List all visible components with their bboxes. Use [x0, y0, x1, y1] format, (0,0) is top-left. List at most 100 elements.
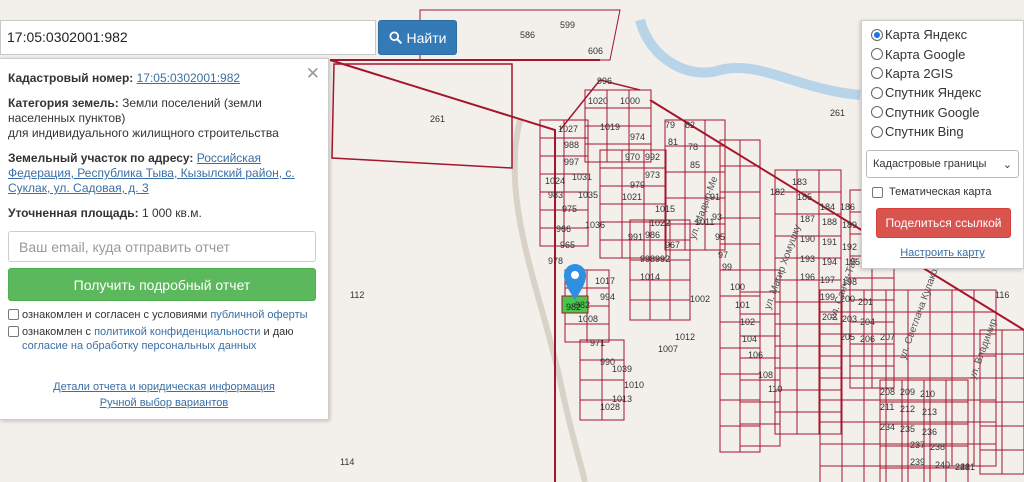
parcel-number-label: 996 — [597, 76, 612, 86]
privacy-policy-link[interactable]: политикой конфиденциальности — [94, 326, 260, 338]
basemap-option-yandex-satellite[interactable]: Спутник Яндекс — [862, 83, 1023, 102]
parcel-number-label: 209 — [900, 387, 915, 397]
parcel-number-label: 1036 — [585, 220, 605, 230]
radio-button[interactable] — [871, 106, 883, 119]
parcel-number-label: 971 — [590, 338, 605, 348]
parcel-number-label: 261 — [830, 108, 845, 118]
get-report-button[interactable]: Получить подробный отчет — [8, 268, 316, 301]
data-processing-consent-link[interactable]: согласие на обработку персональных данны… — [22, 340, 256, 352]
basemap-option-label: Спутник Bing — [885, 124, 964, 140]
parcel-number-label: 965 — [560, 240, 575, 250]
parcel-number-label: 204 — [860, 317, 875, 327]
parcel-number-label: 237 — [910, 440, 925, 450]
parcel-number-label: 82 — [685, 120, 695, 130]
basemap-option-label: Спутник Google — [885, 104, 980, 120]
privacy-text-1: ознакомлен с — [22, 326, 92, 338]
radio-button[interactable] — [871, 67, 883, 80]
parcel-number-label: 104 — [742, 334, 757, 344]
parcel-number-label: 194 — [822, 257, 837, 267]
parcel-number-label: 975 — [562, 204, 577, 214]
parcel-number-label: 85 — [690, 160, 700, 170]
overlay-select[interactable]: Кадастровые границы ⌄ — [866, 150, 1019, 179]
parcel-number-label: 201 — [858, 297, 873, 307]
parcel-number-label: 234 — [880, 422, 895, 432]
basemap-option-google-map[interactable]: Карта Google — [862, 44, 1023, 63]
parcel-number-label: 211 — [880, 402, 894, 412]
cadastral-number-link[interactable]: 17:05:0302001:982 — [137, 71, 240, 85]
parcel-number-label: 978 — [548, 256, 563, 266]
parcel-number-label: 1012 — [675, 332, 695, 342]
parcel-number-label: 182 — [770, 187, 785, 197]
parcel-number-label: 970 — [625, 152, 640, 162]
search-button-label: Найти — [406, 29, 447, 46]
radio-button[interactable] — [871, 86, 883, 99]
parcel-number-label: 97 — [718, 250, 728, 260]
overlay-select-value: Кадастровые границы — [873, 158, 987, 171]
configure-map-link[interactable]: Настроить карту — [862, 247, 1023, 259]
parcel-number-label: 967 — [665, 240, 680, 250]
radio-button[interactable] — [871, 48, 883, 61]
parcel-number-label: 238 — [930, 442, 945, 452]
parcel-number-label: 186 — [840, 202, 855, 212]
parcel-number-label: 986 — [645, 230, 660, 240]
report-details-link[interactable]: Детали отчета и юридическая информация — [0, 379, 328, 395]
parcel-number-label: 188 — [822, 217, 837, 227]
parcel-number-label: 983 — [548, 190, 563, 200]
parcel-number-label: 205 — [840, 332, 855, 342]
parcel-info-panel: ✕ Кадастровый номер: 17:05:0302001:982 К… — [0, 58, 329, 420]
parcel-number-label: 973 — [645, 170, 660, 180]
parcel-number-label: 1007 — [658, 344, 678, 354]
parcel-number-label: 110 — [768, 384, 782, 394]
basemap-option-label: Карта Яндекс — [885, 27, 968, 43]
parcel-number-label: 966 — [556, 224, 571, 234]
map-layers-panel: Карта Яндекс Карта Google Карта 2GIS Спу… — [861, 20, 1024, 269]
thematic-map-checkbox[interactable] — [872, 187, 883, 199]
share-link-button[interactable]: Поделиться ссылкой — [876, 208, 1011, 239]
search-icon — [389, 31, 402, 44]
area-label: Уточненная площадь: — [8, 206, 139, 220]
parcel-number-label: 185 — [797, 192, 812, 202]
privacy-checkbox[interactable] — [8, 326, 19, 337]
parcel-number-label: 102 — [740, 317, 755, 327]
basemap-option-yandex-map[interactable]: Карта Яндекс — [862, 25, 1023, 44]
privacy-text-2: и даю — [263, 326, 294, 338]
address-label: Земельный участок по адресу: — [8, 151, 194, 165]
cadastral-number-label: Кадастровый номер: — [8, 71, 134, 85]
parcel-number-label: 1008 — [578, 314, 598, 324]
parcel-number-label: 1021 — [622, 192, 642, 202]
parcel-number-label: 1027 — [558, 124, 578, 134]
email-field[interactable]: Ваш email, куда отправить отчет — [8, 231, 316, 262]
parcel-number-label: 193 — [800, 254, 815, 264]
parcel-number-label: 1020 — [588, 96, 608, 106]
basemap-option-label: Карта Google — [885, 46, 966, 62]
chevron-down-icon: ⌄ — [1002, 158, 1012, 171]
close-icon[interactable]: ✕ — [306, 65, 320, 82]
parcel-number-label: 207 — [880, 332, 895, 342]
parcel-number-label: 997 — [564, 157, 579, 167]
parcel-number-label: 261 — [430, 114, 445, 124]
parcel-number-label: 196 — [800, 272, 815, 282]
parcel-number-label: 100 — [730, 282, 745, 292]
parcel-number-label: 78 — [688, 142, 698, 152]
manual-selection-link[interactable]: Ручной выбор вариантов — [0, 395, 328, 411]
parcel-number-label: 112 — [350, 290, 364, 300]
parcel-number-label: 990 — [600, 357, 615, 367]
thematic-map-label: Тематическая карта — [889, 186, 992, 199]
radio-button[interactable] — [871, 28, 883, 41]
offer-agreement-checkbox-row: ознакомлен и согласен с условиями публич… — [8, 308, 320, 322]
basemap-option-2gis-map[interactable]: Карта 2GIS — [862, 64, 1023, 83]
basemap-option-bing-satellite[interactable]: Спутник Bing — [862, 122, 1023, 141]
basemap-option-google-satellite[interactable]: Спутник Google — [862, 103, 1023, 122]
parcel-number-label: 606 — [588, 46, 603, 56]
search-input[interactable]: 17:05:0302001:982 — [0, 20, 376, 55]
public-offer-link[interactable]: публичной оферты — [210, 309, 307, 321]
parcel-number-label: 1035 — [578, 190, 598, 200]
parcel-number-label: 1002 — [690, 294, 710, 304]
parcel-number-label: 108 — [758, 370, 773, 380]
offer-agreement-checkbox[interactable] — [8, 309, 19, 320]
radio-button[interactable] — [871, 125, 883, 138]
privacy-checkbox-row: ознакомлен с политикой конфиденциальност… — [8, 325, 320, 353]
parcel-number-label: 240 — [935, 460, 950, 470]
parcel-number-label: 1000 — [620, 96, 640, 106]
search-button[interactable]: Найти — [378, 20, 457, 55]
